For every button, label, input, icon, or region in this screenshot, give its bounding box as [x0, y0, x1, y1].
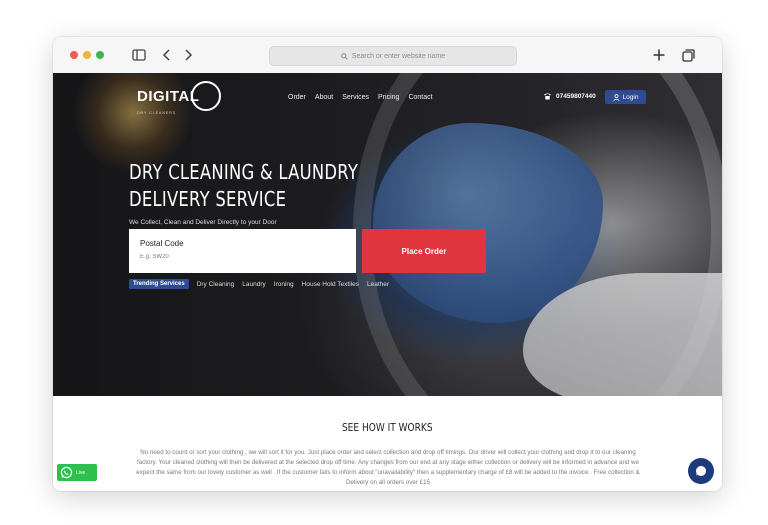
hero-headline-line2: DELIVERY SERVICE	[129, 187, 287, 211]
hero-banner: DIGITAL DRY CLEANERS Order About Service…	[53, 73, 722, 396]
main-nav: Order About Services Pricing Contact	[288, 94, 433, 101]
trending-leather[interactable]: Leather	[367, 281, 389, 288]
nav-pricing[interactable]: Pricing	[378, 94, 399, 101]
postal-code-box[interactable]: Postal Code	[129, 229, 356, 273]
trending-ironing[interactable]: Ironing	[274, 281, 294, 288]
hero-headline: DRY CLEANING & LAUNDRY DELIVERY SERVICE	[129, 159, 375, 213]
trending-services: Trending Services Dry Cleaning Laundry I…	[129, 279, 389, 289]
maximize-window-button[interactable]	[96, 51, 104, 59]
how-it-works-title: SEE HOW IT WORKS	[342, 421, 433, 434]
nav-contact[interactable]: Contact	[408, 94, 432, 101]
logo-ring-icon	[191, 81, 222, 111]
chat-bubble-icon	[696, 465, 707, 476]
logo-text: DIGITAL	[137, 87, 200, 105]
new-tab-icon[interactable]	[650, 46, 668, 64]
chat-widget-button[interactable]	[688, 458, 714, 484]
phone-number-text: 07459807440	[556, 92, 596, 100]
postal-code-input[interactable]	[140, 254, 340, 260]
sidebar-icon[interactable]	[130, 46, 148, 64]
tabs-icon[interactable]	[679, 46, 697, 64]
place-order-button[interactable]: Place Order	[362, 229, 486, 273]
user-icon	[612, 93, 620, 101]
address-bar[interactable]: Search or enter website name	[269, 46, 517, 66]
login-button[interactable]: Login	[605, 90, 646, 104]
nav-services[interactable]: Services	[342, 94, 369, 101]
hero-subline: We Collect, Clean and Deliver Directly t…	[129, 219, 277, 226]
close-window-button[interactable]	[70, 51, 78, 59]
how-it-works-paragraph: No need to count or sort your clothing ,…	[136, 449, 640, 486]
trending-household-textiles[interactable]: House Hold Textiles	[302, 281, 359, 288]
back-icon[interactable]	[158, 46, 176, 64]
whatsapp-label: Live	[76, 469, 86, 476]
nav-order[interactable]: Order	[288, 94, 306, 101]
search-icon	[341, 52, 348, 60]
postal-code-label: Postal Code	[140, 239, 184, 248]
site-logo[interactable]: DIGITAL	[137, 81, 222, 111]
browser-window: Search or enter website name DIGITAL DRY…	[53, 37, 722, 491]
forward-icon[interactable]	[179, 46, 197, 64]
browser-toolbar: Search or enter website name	[53, 37, 722, 74]
nav-about[interactable]: About	[315, 94, 333, 101]
minimize-window-button[interactable]	[83, 51, 91, 59]
trending-dry-cleaning[interactable]: Dry Cleaning	[197, 281, 235, 288]
login-label: Login	[622, 93, 639, 101]
phone-icon	[543, 93, 552, 100]
hero-headline-line1: DRY CLEANING & LAUNDRY	[129, 160, 359, 184]
whatsapp-icon	[60, 466, 73, 479]
address-bar-placeholder: Search or enter website name	[351, 52, 446, 60]
whatsapp-button[interactable]: Live	[57, 464, 97, 481]
phone-number[interactable]: 07459807440	[543, 92, 596, 100]
how-it-works-section: SEE HOW IT WORKS No need to count or sor…	[53, 396, 722, 491]
trending-laundry[interactable]: Laundry	[242, 281, 266, 288]
trending-badge: Trending Services	[129, 279, 189, 289]
logo-tagline: DRY CLEANERS	[137, 111, 177, 115]
